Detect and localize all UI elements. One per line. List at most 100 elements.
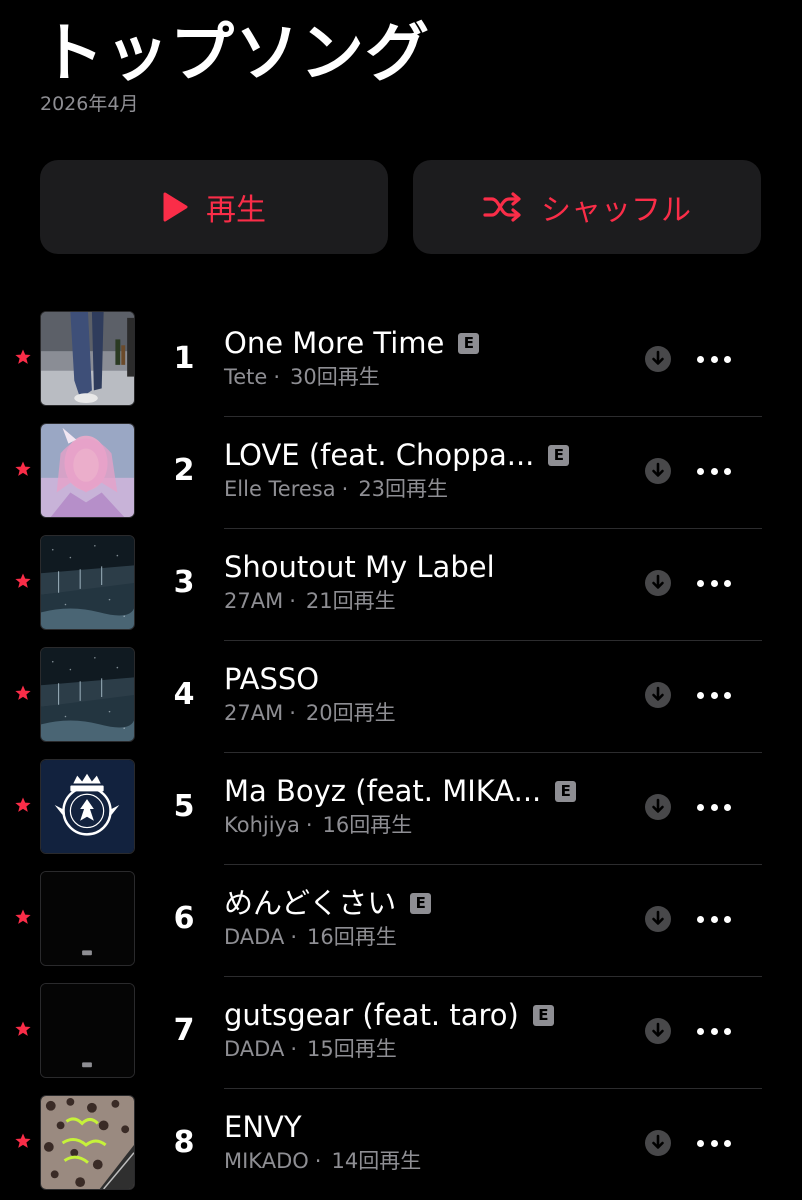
song-title: PASSO <box>224 662 320 696</box>
song-title-container: ENVY <box>224 1109 302 1145</box>
meta-separator: · <box>289 701 296 725</box>
meta-separator: · <box>290 1037 298 1061</box>
album-artwork[interactable] <box>40 759 135 854</box>
song-artist: Elle Teresa <box>224 477 336 501</box>
download-icon[interactable] <box>645 1018 671 1044</box>
song-rank: 2 <box>173 453 195 488</box>
download-icon[interactable] <box>645 346 671 372</box>
star-icon <box>14 908 32 926</box>
star-icon <box>14 460 32 478</box>
song-play-count: 23回再生 <box>358 477 449 501</box>
meta-separator: · <box>289 589 296 613</box>
explicit-badge: E <box>555 780 577 802</box>
album-artwork[interactable] <box>40 311 135 406</box>
song-title: One More Time <box>224 326 445 360</box>
shuffle-button[interactable]: シャッフル <box>413 160 761 254</box>
song-title-container: One More Time E <box>224 325 480 361</box>
more-icon[interactable] <box>697 1021 731 1041</box>
song-row[interactable]: 6 めんどくさい E DADA · 16回再生 <box>0 865 802 977</box>
song-rank: 4 <box>173 677 195 712</box>
song-title: gutsgear (feat. taro) <box>224 998 519 1032</box>
song-rank: 3 <box>173 565 195 600</box>
play-button-label: 再生 <box>206 193 266 228</box>
shuffle-button-label: シャッフル <box>541 193 691 228</box>
download-icon[interactable] <box>645 682 671 708</box>
shuffle-icon <box>483 192 523 222</box>
play-icon <box>162 192 188 222</box>
song-artist: Tete <box>224 365 268 389</box>
song-title-container: PASSO <box>224 661 319 697</box>
more-icon[interactable] <box>697 909 731 929</box>
meta-separator: · <box>273 365 281 389</box>
more-icon[interactable] <box>697 685 731 705</box>
explicit-badge: E <box>458 332 480 354</box>
more-icon[interactable] <box>697 1133 731 1153</box>
page-subtitle: 2026年4月 <box>40 93 139 115</box>
play-button[interactable]: 再生 <box>40 160 388 254</box>
song-play-count: 16回再生 <box>322 813 413 837</box>
top-songs-screen: トップソング 2026年4月 再生 シャッフル 1 One More Time … <box>0 0 802 1200</box>
download-icon[interactable] <box>645 570 671 596</box>
song-rank: 8 <box>173 1125 195 1160</box>
download-icon[interactable] <box>645 1130 671 1156</box>
song-play-count: 20回再生 <box>305 701 396 725</box>
song-title-container: Ma Boyz (feat. MIKA... E <box>224 773 577 809</box>
song-title: Shoutout My Label <box>224 550 495 584</box>
meta-separator: · <box>314 1149 322 1173</box>
song-artist: 27AM <box>224 701 284 725</box>
song-meta: 27AM · 21回再生 <box>224 587 396 615</box>
song-play-count: 16回再生 <box>307 925 397 949</box>
star-icon <box>14 1132 32 1150</box>
song-title-container: LOVE (feat. Choppa... E <box>224 437 570 473</box>
song-meta: Elle Teresa · 23回再生 <box>224 475 448 503</box>
song-title: Ma Boyz (feat. MIKA... <box>224 774 542 808</box>
song-meta: DADA · 15回再生 <box>224 1035 397 1063</box>
more-icon[interactable] <box>697 797 731 817</box>
song-row[interactable]: 7 gutsgear (feat. taro) E DADA · 15回再生 <box>0 977 802 1089</box>
star-icon <box>14 684 32 702</box>
download-icon[interactable] <box>645 906 671 932</box>
song-title-container: Shoutout My Label <box>224 549 495 585</box>
song-row[interactable]: 8 ENVY MIKADO · 14回再生 <box>0 1089 802 1200</box>
download-icon[interactable] <box>645 794 671 820</box>
album-artwork[interactable] <box>40 1095 135 1190</box>
song-artist: DADA <box>224 925 285 949</box>
song-artist: DADA <box>224 1037 285 1061</box>
song-rank: 6 <box>173 901 195 936</box>
song-list: 1 One More Time E Tete · 30回再生 2 LOVE (fea… <box>0 305 802 1200</box>
more-icon[interactable] <box>697 349 731 369</box>
song-title: めんどくさい <box>224 886 397 920</box>
song-artist: MIKADO <box>224 1149 309 1173</box>
song-row[interactable]: 2 LOVE (feat. Choppa... E Elle Teresa · 23… <box>0 417 802 529</box>
song-title: LOVE (feat. Choppa... <box>224 438 535 472</box>
song-title: ENVY <box>224 1110 302 1144</box>
more-icon[interactable] <box>697 573 731 593</box>
album-artwork[interactable] <box>40 871 135 966</box>
explicit-badge: E <box>532 1004 554 1026</box>
song-play-count: 30回再生 <box>290 365 380 389</box>
explicit-badge: E <box>410 892 432 914</box>
star-icon <box>14 1020 32 1038</box>
song-row[interactable]: 1 One More Time E Tete · 30回再生 <box>0 305 802 417</box>
song-artist: Kohjiya <box>224 813 300 837</box>
song-meta: Tete · 30回再生 <box>224 363 380 391</box>
song-row[interactable]: 4 PASSO 27AM · 20回再生 <box>0 641 802 753</box>
song-rank: 5 <box>173 789 195 824</box>
song-row[interactable]: 3 Shoutout My Label 27AM · 21回再生 <box>0 529 802 641</box>
explicit-badge: E <box>548 444 570 466</box>
album-artwork[interactable] <box>40 423 135 518</box>
page-title: トップソング <box>40 17 430 91</box>
song-title-container: めんどくさい E <box>224 885 432 921</box>
star-icon <box>14 796 32 814</box>
meta-separator: · <box>341 477 349 501</box>
song-rank: 7 <box>173 1013 195 1048</box>
song-row[interactable]: 5 Ma Boyz (feat. MIKA... E Kohjiya · 16回再生 <box>0 753 802 865</box>
song-play-count: 15回再生 <box>307 1037 397 1061</box>
album-artwork[interactable] <box>40 647 135 742</box>
more-icon[interactable] <box>697 461 731 481</box>
meta-separator: · <box>305 813 313 837</box>
album-artwork[interactable] <box>40 535 135 630</box>
album-artwork[interactable] <box>40 983 135 1078</box>
download-icon[interactable] <box>645 458 671 484</box>
song-play-count: 14回再生 <box>331 1149 422 1173</box>
